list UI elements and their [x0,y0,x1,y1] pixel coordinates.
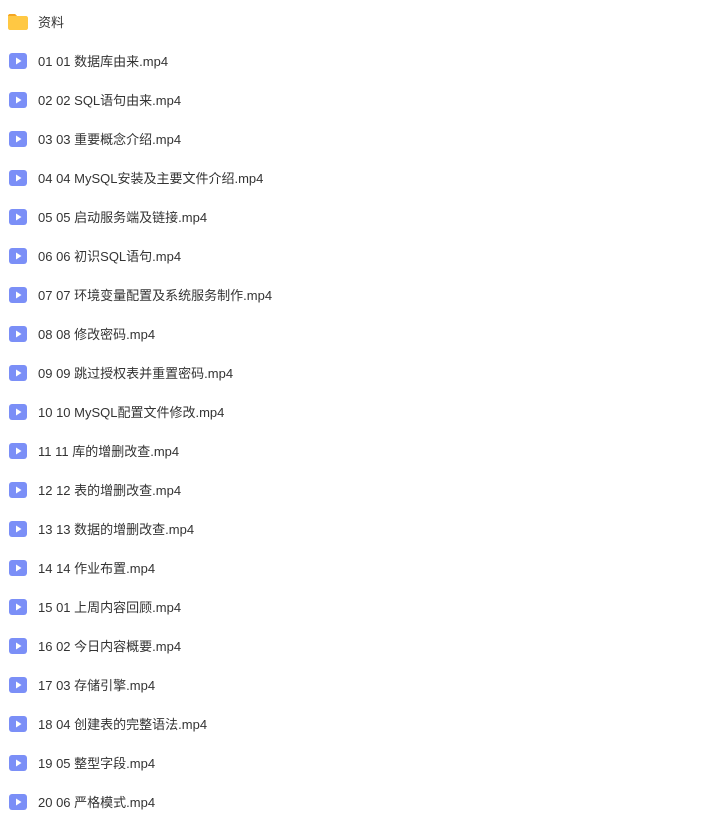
folder-icon [8,14,28,30]
file-item[interactable]: 12 12 表的增删改查.mp4 [0,470,704,509]
file-name: 05 05 启动服务端及链接.mp4 [38,207,207,226]
video-icon [8,53,28,69]
file-name: 07 07 环境变量配置及系统服务制作.mp4 [38,285,272,304]
file-item[interactable]: 资料 [0,2,704,41]
file-name: 资料 [38,12,64,31]
video-icon [8,443,28,459]
file-list: 资料 01 01 数据库由来.mp4 02 02 SQL语句由来.mp4 03 03 … [0,2,704,821]
file-name: 10 10 MySQL配置文件修改.mp4 [38,402,224,421]
file-name: 04 04 MySQL安装及主要文件介绍.mp4 [38,168,263,187]
video-icon [8,716,28,732]
file-name: 09 09 跳过授权表并重置密码.mp4 [38,363,233,382]
file-item[interactable]: 15 01 上周内容回顾.mp4 [0,587,704,626]
file-name: 12 12 表的增删改查.mp4 [38,480,181,499]
file-name: 14 14 作业布置.mp4 [38,558,155,577]
file-name: 06 06 初识SQL语句.mp4 [38,246,181,265]
video-icon [8,794,28,810]
video-icon [8,92,28,108]
file-item[interactable]: 14 14 作业布置.mp4 [0,548,704,587]
video-icon [8,560,28,576]
video-icon [8,482,28,498]
file-name: 13 13 数据的增删改查.mp4 [38,519,194,538]
file-item[interactable]: 05 05 启动服务端及链接.mp4 [0,197,704,236]
video-icon [8,638,28,654]
file-item[interactable]: 13 13 数据的增删改查.mp4 [0,509,704,548]
file-item[interactable]: 04 04 MySQL安装及主要文件介绍.mp4 [0,158,704,197]
video-icon [8,365,28,381]
file-name: 08 08 修改密码.mp4 [38,324,155,343]
file-name: 01 01 数据库由来.mp4 [38,51,168,70]
video-icon [8,599,28,615]
video-icon [8,209,28,225]
video-icon [8,131,28,147]
file-name: 16 02 今日内容概要.mp4 [38,636,181,655]
file-item[interactable]: 20 06 严格模式.mp4 [0,782,704,821]
video-icon [8,287,28,303]
file-item[interactable]: 02 02 SQL语句由来.mp4 [0,80,704,119]
file-item[interactable]: 08 08 修改密码.mp4 [0,314,704,353]
video-icon [8,404,28,420]
file-item[interactable]: 10 10 MySQL配置文件修改.mp4 [0,392,704,431]
file-name: 20 06 严格模式.mp4 [38,792,155,811]
file-name: 15 01 上周内容回顾.mp4 [38,597,181,616]
file-name: 11 11 库的增删改查.mp4 [38,441,179,460]
file-item[interactable]: 09 09 跳过授权表并重置密码.mp4 [0,353,704,392]
video-icon [8,755,28,771]
file-name: 19 05 整型字段.mp4 [38,753,155,772]
file-item[interactable]: 18 04 创建表的完整语法.mp4 [0,704,704,743]
video-icon [8,248,28,264]
file-name: 17 03 存储引擎.mp4 [38,675,155,694]
file-item[interactable]: 07 07 环境变量配置及系统服务制作.mp4 [0,275,704,314]
file-item[interactable]: 01 01 数据库由来.mp4 [0,41,704,80]
file-name: 02 02 SQL语句由来.mp4 [38,90,181,109]
file-item[interactable]: 06 06 初识SQL语句.mp4 [0,236,704,275]
file-name: 03 03 重要概念介绍.mp4 [38,129,181,148]
file-item[interactable]: 17 03 存储引擎.mp4 [0,665,704,704]
file-item[interactable]: 11 11 库的增删改查.mp4 [0,431,704,470]
file-item[interactable]: 16 02 今日内容概要.mp4 [0,626,704,665]
file-item[interactable]: 03 03 重要概念介绍.mp4 [0,119,704,158]
video-icon [8,521,28,537]
video-icon [8,326,28,342]
video-icon [8,677,28,693]
file-name: 18 04 创建表的完整语法.mp4 [38,714,207,733]
file-item[interactable]: 19 05 整型字段.mp4 [0,743,704,782]
video-icon [8,170,28,186]
